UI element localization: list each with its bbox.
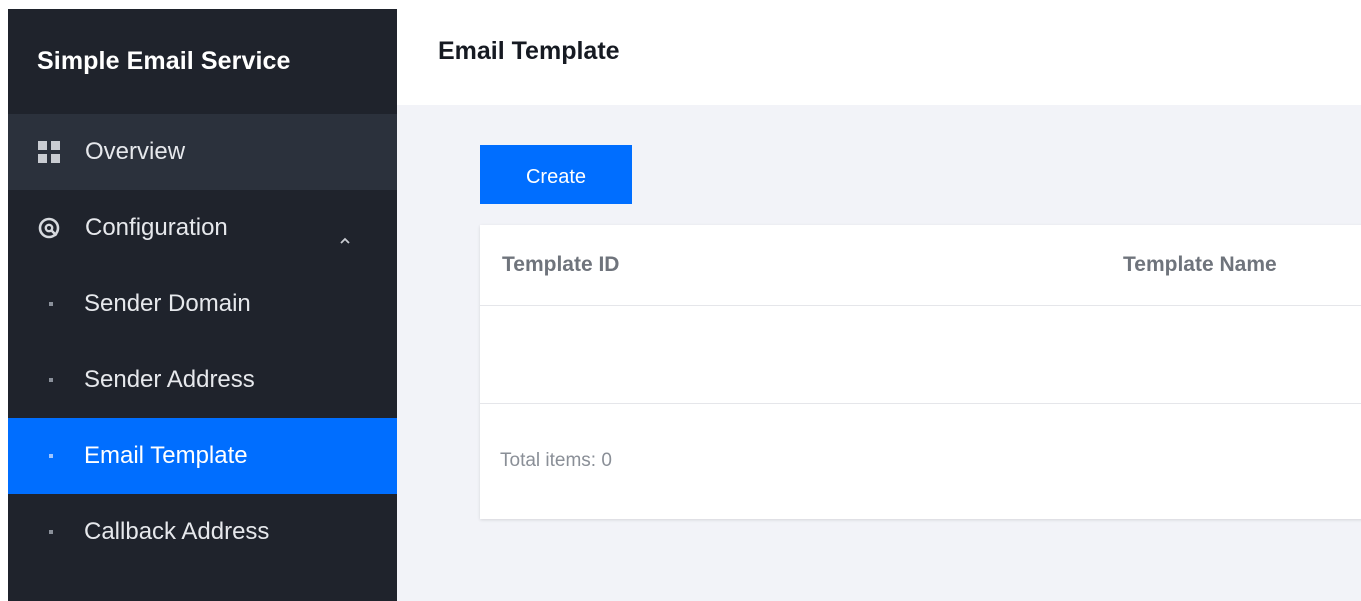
product-title: Simple Email Service — [37, 47, 291, 75]
table-header: Template ID Template Name — [480, 225, 1361, 306]
bullet-icon — [49, 302, 53, 306]
sidebar-item-sender-domain[interactable]: Sender Domain — [8, 266, 397, 342]
page-title: Email Template — [438, 36, 620, 65]
app-frame: Simple Email Service Overview Configurat… — [8, 9, 1361, 601]
sidebar-item-email-template[interactable]: Email Template — [8, 418, 397, 494]
sidebar-item-label: Callback Address — [84, 518, 270, 545]
sidebar-item-configuration[interactable]: Configuration — [8, 190, 397, 266]
table-footer: Total items: 0 — [480, 404, 1361, 518]
chevron-up-icon[interactable] — [339, 224, 351, 244]
template-table: Template ID Template Name Total items: 0 — [480, 225, 1361, 519]
total-items-label: Total items: — [500, 450, 597, 471]
sidebar: Simple Email Service Overview Configurat… — [8, 9, 397, 601]
bullet-icon — [49, 454, 53, 458]
sidebar-item-callback-address[interactable]: Callback Address — [8, 494, 397, 570]
create-button[interactable]: Create — [480, 145, 632, 204]
total-items: Total items: 0 — [500, 450, 612, 472]
sidebar-item-sender-address[interactable]: Sender Address — [8, 342, 397, 418]
page-header: Email Template — [397, 9, 1361, 105]
main-content: Email Template Create Template ID Templa… — [397, 9, 1361, 601]
column-header-template-name[interactable]: Template Name — [1123, 253, 1277, 277]
total-items-count: 0 — [601, 450, 612, 471]
sidebar-item-label: Email Template — [84, 442, 248, 469]
bullet-icon — [49, 530, 53, 534]
config-icon — [38, 217, 60, 239]
sidebar-item-label: Overview — [85, 138, 186, 165]
sidebar-item-label: Sender Domain — [84, 290, 251, 317]
sidebar-item-overview[interactable]: Overview — [8, 114, 397, 190]
column-header-template-id[interactable]: Template ID — [502, 253, 619, 277]
bullet-icon — [49, 378, 53, 382]
sidebar-item-label: Sender Address — [84, 366, 255, 393]
grid-icon — [38, 141, 60, 163]
table-body-empty — [480, 306, 1361, 404]
sidebar-item-label: Configuration — [85, 214, 228, 241]
